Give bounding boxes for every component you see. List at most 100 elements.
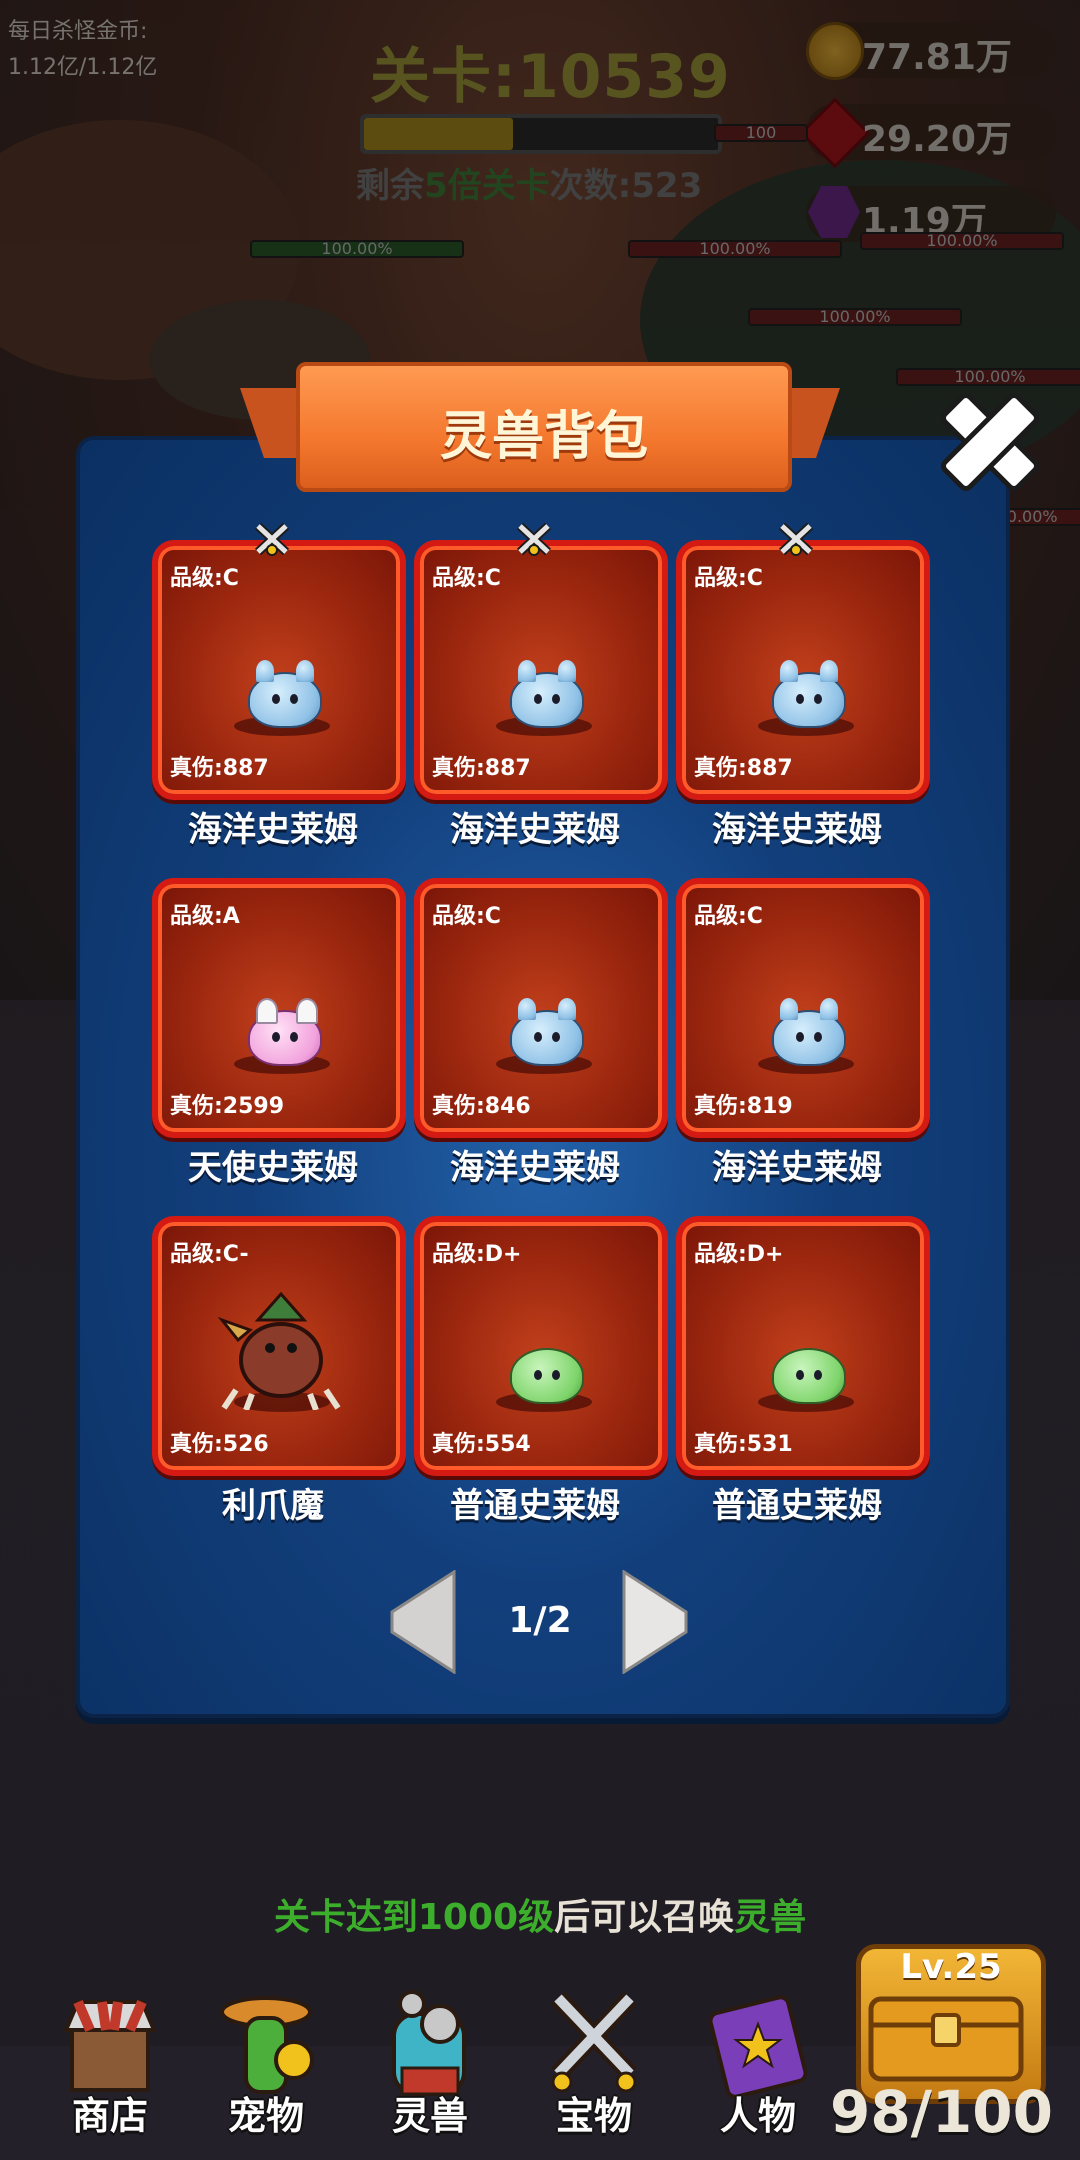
slime-eye — [534, 1032, 542, 1042]
equipped-swords-icon — [516, 522, 552, 556]
pet-grade: 品级:C — [694, 566, 763, 591]
pet-card[interactable]: 品级:D+ 真伤:554 — [414, 1216, 668, 1476]
hint-middle: 后可以召唤 — [554, 1897, 735, 1938]
slime-eye — [796, 1032, 804, 1042]
slime-ear — [256, 998, 278, 1024]
summon-hint: 关卡达到1000级后可以召唤灵兽 — [0, 1888, 1080, 1940]
nav-pet-label: 宠物 — [227, 2094, 304, 2138]
pet-name: 海洋史莱姆 — [712, 1148, 882, 1188]
arrow-right-icon — [622, 1569, 688, 1675]
slime-ear — [296, 660, 314, 682]
slime-ear — [820, 998, 838, 1020]
hint-requirement: 关卡达到1000级 — [273, 1897, 555, 1938]
pet-true-damage: 真伤:554 — [432, 1432, 531, 1457]
claw-demon-icon — [218, 1291, 341, 1410]
pet-grade: 品级:C — [432, 904, 501, 929]
slime-eye — [534, 1370, 542, 1380]
pet-name: 海洋史莱姆 — [712, 810, 882, 850]
pet-card[interactable]: 品级:D+ 真伤:531 — [676, 1216, 930, 1476]
pet-true-damage: 真伤:531 — [694, 1432, 793, 1457]
pet-name: 利爪魔 — [222, 1486, 324, 1526]
cactus-pet-icon — [220, 1996, 314, 2094]
slime-eye — [290, 1032, 298, 1042]
modal-title-ribbon: 灵兽背包 — [296, 362, 792, 492]
ocean-slime-icon — [772, 660, 846, 728]
slime-ear — [558, 660, 576, 682]
nav-treasure-label: 宝物 — [555, 2094, 632, 2138]
nav-treasure[interactable]: 宝物 — [524, 1990, 664, 2160]
treasure-chest-icon — [868, 1996, 1024, 2082]
pet-card[interactable]: 品级:C 真伤:887 — [414, 540, 668, 800]
modal-title: 灵兽背包 — [439, 407, 648, 467]
pet-name: 海洋史莱姆 — [450, 810, 620, 850]
close-button[interactable] — [930, 382, 1043, 495]
slime-eye — [552, 1032, 560, 1042]
pet-grade: 品级:D+ — [694, 1242, 784, 1267]
nav-spirit-beast[interactable]: 灵兽 — [360, 1990, 500, 2160]
slime-ear — [820, 660, 838, 682]
ocean-slime-icon — [510, 660, 584, 728]
nav-spirit-beast-label: 灵兽 — [391, 2094, 468, 2138]
pet-grade: 品级:A — [170, 904, 240, 929]
slime-ear — [296, 998, 318, 1024]
pet-card[interactable]: 品级:C 真伤:887 — [676, 540, 930, 800]
slime-eye — [272, 694, 280, 704]
nav-shop[interactable]: 商店 — [40, 1990, 180, 2160]
equipped-swords-icon — [254, 522, 290, 556]
nav-shop-label: 商店 — [71, 2094, 148, 2138]
slime-eye — [552, 1370, 560, 1380]
slime-eye — [534, 694, 542, 704]
shop-stall-icon — [62, 2000, 158, 2092]
pet-card[interactable]: 品级:C 真伤:846 — [414, 878, 668, 1138]
arrow-left-icon — [390, 1569, 456, 1675]
pet-name: 海洋史莱姆 — [450, 1148, 620, 1188]
pet-grade: 品级:C — [432, 566, 501, 591]
common-slime-icon — [772, 1348, 846, 1404]
spirit-beast-icon — [392, 1990, 466, 2096]
chest-level: Lv.25 — [900, 1947, 1002, 1987]
nav-pet[interactable]: 宠物 — [196, 1990, 336, 2160]
nav-character-label: 人物 — [719, 2094, 796, 2138]
slime-eye — [814, 1370, 822, 1380]
pet-name: 海洋史莱姆 — [188, 810, 358, 850]
slime-eye — [796, 694, 804, 704]
pet-true-damage: 真伤:846 — [432, 1094, 531, 1119]
pet-true-damage: 真伤:887 — [432, 756, 531, 781]
slime-ear — [558, 998, 576, 1020]
pet-card[interactable]: 品级:C 真伤:887 — [152, 540, 406, 800]
pet-name: 普通史莱姆 — [712, 1486, 882, 1526]
chest-count: 98/100 — [830, 2078, 1053, 2146]
slime-ear — [780, 998, 798, 1020]
pet-true-damage: 真伤:887 — [170, 756, 269, 781]
hint-target: 灵兽 — [734, 1897, 807, 1938]
pet-card[interactable]: 品级:C 真伤:819 — [676, 878, 930, 1138]
slime-eye — [796, 1370, 804, 1380]
pet-true-damage: 真伤:887 — [694, 756, 793, 781]
common-slime-icon — [510, 1348, 584, 1404]
crossed-swords-icon — [551, 1991, 637, 2093]
angel-slime-icon — [248, 998, 322, 1066]
next-page-button[interactable] — [620, 1569, 690, 1675]
page-indicator: 1/2 — [508, 1600, 572, 1641]
pet-true-damage: 真伤:819 — [694, 1094, 793, 1119]
slime-ear — [518, 660, 536, 682]
pet-grade: 品级:C- — [170, 1242, 249, 1267]
pet-card[interactable]: 品级:C- 真伤:526 — [152, 1216, 406, 1476]
slime-ear — [256, 660, 274, 682]
slime-eye — [290, 694, 298, 704]
pet-name: 天使史莱姆 — [188, 1148, 358, 1188]
slime-eye — [814, 1032, 822, 1042]
pet-grade: 品级:C — [170, 566, 239, 591]
pet-true-damage: 真伤:526 — [170, 1432, 269, 1457]
ocean-slime-icon — [248, 660, 322, 728]
slime-eye — [552, 694, 560, 704]
pet-grade: 品级:D+ — [432, 1242, 522, 1267]
ocean-slime-icon — [510, 998, 584, 1066]
slime-ear — [518, 998, 536, 1020]
ocean-slime-icon — [772, 998, 846, 1066]
pet-card[interactable]: 品级:A 真伤:2599 — [152, 878, 406, 1138]
spellbook-icon — [708, 1995, 808, 2099]
prev-page-button[interactable] — [388, 1569, 458, 1675]
nav-character[interactable]: 人物 — [688, 1990, 828, 2160]
slime-eye — [814, 694, 822, 704]
